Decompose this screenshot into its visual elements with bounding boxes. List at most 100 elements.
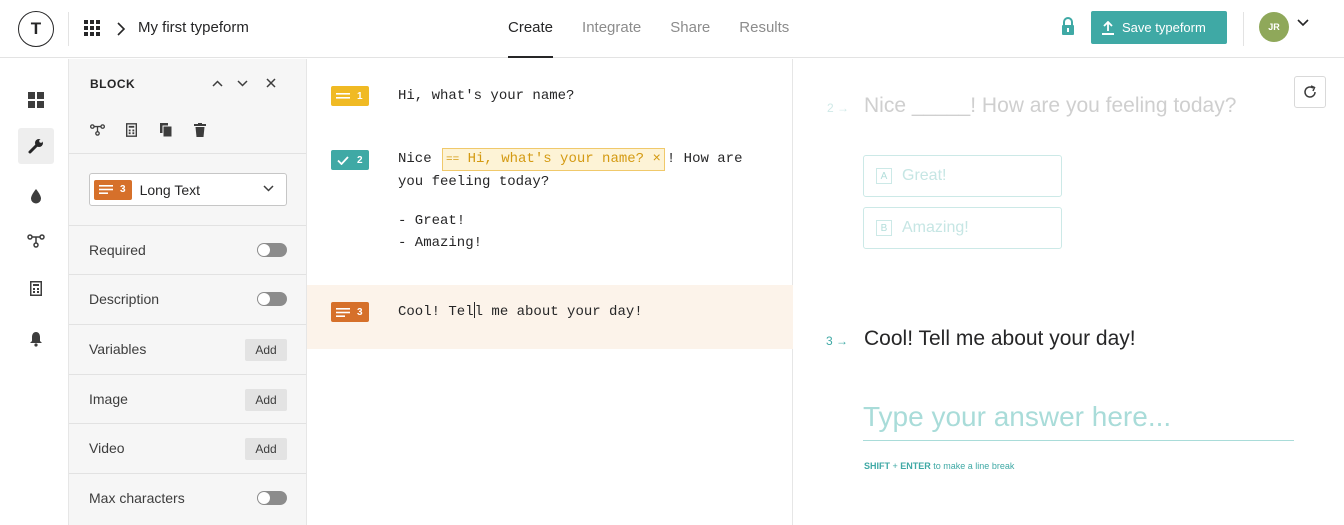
bell-icon[interactable] <box>18 321 54 357</box>
close-icon[interactable] <box>261 73 281 93</box>
question-editor: 1 Hi, what's your name? 2 Nice == Hi, wh… <box>307 59 793 525</box>
question-row-selected[interactable]: 3 Cool! Tell me about your day! <box>307 285 793 349</box>
main-tabs: Create Integrate Share Results <box>508 0 818 58</box>
option-required: Required <box>69 225 306 275</box>
duplicate-icon[interactable] <box>157 121 174 138</box>
divider <box>69 153 306 154</box>
long-text-badge: 3 <box>331 302 369 322</box>
long-text-icon <box>99 185 113 194</box>
image-add-button[interactable]: Add <box>245 389 287 411</box>
short-text-icon <box>336 93 350 99</box>
q3-number: 3 <box>826 334 833 348</box>
trash-icon[interactable] <box>191 121 208 138</box>
logic-jump-icon[interactable] <box>89 121 106 138</box>
option-label: Required <box>89 242 146 258</box>
form-preview: 2 → Nice _____! How are you feeling toda… <box>794 59 1344 525</box>
max-characters-toggle[interactable] <box>257 491 287 505</box>
divider <box>68 12 69 46</box>
choice-label: Amazing! <box>902 219 969 236</box>
tab-integrate[interactable]: Integrate <box>582 0 641 58</box>
option-label: Description <box>89 291 160 307</box>
hint-text: to make a line break <box>930 461 1015 471</box>
block-settings-panel: BLOCK 3 Long Text Required Description V… <box>68 59 307 525</box>
refresh-button[interactable] <box>1294 76 1326 108</box>
question-type-select[interactable]: 3 Long Text <box>89 173 287 206</box>
close-icon[interactable]: × <box>652 151 660 167</box>
apps-grid-icon[interactable] <box>84 20 100 36</box>
option-image: Image Add <box>69 374 306 424</box>
badge-number: 3 <box>120 184 126 195</box>
option-description: Description <box>69 274 306 324</box>
grid-icon[interactable] <box>18 82 54 118</box>
arrow-icon: → <box>837 101 850 115</box>
hint-key: ENTER <box>900 461 931 471</box>
text-after: ! How are <box>666 151 743 167</box>
text-part: l me about your day! <box>474 304 643 320</box>
tab-create[interactable]: Create <box>508 0 554 58</box>
block-tools <box>89 121 225 138</box>
chevron-down-icon <box>263 185 274 192</box>
lock-icon[interactable] <box>1060 16 1076 36</box>
choice-label: Great! <box>902 167 947 184</box>
question-text[interactable]: Nice == Hi, what's your name? ×! How are… <box>398 148 743 193</box>
drop-icon[interactable] <box>18 178 54 214</box>
panel-title: BLOCK <box>90 77 136 91</box>
logic-icon[interactable] <box>18 223 54 259</box>
tab-share[interactable]: Share <box>670 0 710 58</box>
description-toggle[interactable] <box>257 292 287 306</box>
variables-add-button[interactable]: Add <box>245 339 287 361</box>
question-row[interactable]: 1 Hi, what's your name? <box>307 59 793 131</box>
calculator-icon[interactable] <box>18 270 54 306</box>
question-text[interactable]: Cool! Tell me about your day! <box>398 301 643 323</box>
question-text[interactable]: Hi, what's your name? <box>398 85 574 107</box>
divider <box>1243 12 1244 46</box>
preview-question-3: Cool! Tell me about your day! <box>864 327 1136 350</box>
line-break-hint: SHIFT + ENTER to make a line break <box>864 461 1014 471</box>
option-label: Video <box>89 440 125 456</box>
avatar[interactable]: JR <box>1259 12 1289 42</box>
save-typeform-button[interactable]: Save typeform <box>1091 11 1227 44</box>
preview-choice[interactable]: B Amazing! <box>863 207 1062 249</box>
option-label: Image <box>89 391 128 407</box>
choice-item[interactable]: - Great! <box>398 210 482 232</box>
typeform-logo[interactable]: T <box>18 11 54 47</box>
text-before: Nice <box>398 151 432 167</box>
preview-choice[interactable]: A Great! <box>863 155 1062 197</box>
choice-list: - Great! - Amazing! <box>398 210 482 254</box>
long-text-badge: 3 <box>94 179 132 200</box>
text-part: Cool! Tel <box>398 304 474 320</box>
badge-number: 3 <box>357 306 363 318</box>
logo-letter: T <box>30 19 42 38</box>
upload-icon <box>1102 20 1114 35</box>
long-text-icon <box>336 307 350 317</box>
option-video: Video Add <box>69 423 306 473</box>
recall-chip[interactable]: == Hi, what's your name? × <box>442 148 665 171</box>
tab-results[interactable]: Results <box>739 0 789 58</box>
option-max-characters: Max characters <box>69 473 306 523</box>
calculator-icon[interactable] <box>123 121 140 138</box>
required-toggle[interactable] <box>257 243 287 257</box>
choice-key: A <box>876 168 892 184</box>
question-number: 2 → <box>827 101 849 115</box>
chevron-up-icon[interactable] <box>207 73 227 93</box>
arrow-icon: → <box>836 334 849 348</box>
answer-input[interactable] <box>863 393 1294 441</box>
chevron-down-icon[interactable] <box>232 73 252 93</box>
wrench-icon[interactable] <box>18 128 54 164</box>
video-add-button[interactable]: Add <box>245 438 287 460</box>
refresh-icon <box>1304 85 1316 98</box>
workspace-form-title[interactable]: My first typeform <box>138 19 249 36</box>
question-row[interactable]: 2 Nice == Hi, what's your name? ×! How a… <box>307 131 793 285</box>
option-variables: Variables Add <box>69 324 306 374</box>
chevron-down-icon[interactable] <box>1297 19 1309 27</box>
choice-key: B <box>876 220 892 236</box>
save-button-label: Save typeform <box>1122 20 1206 35</box>
recall-label: Hi, what's your name? <box>467 151 645 167</box>
choice-item[interactable]: - Amazing! <box>398 232 482 254</box>
option-label: Max characters <box>89 490 185 506</box>
preview-question-2: Nice _____! How are you feeling today? <box>864 94 1237 117</box>
chevron-right-icon <box>117 22 126 36</box>
text-line2: you feeling today? <box>398 174 550 190</box>
badge-number: 1 <box>357 90 363 102</box>
short-text-icon: == <box>446 154 460 166</box>
